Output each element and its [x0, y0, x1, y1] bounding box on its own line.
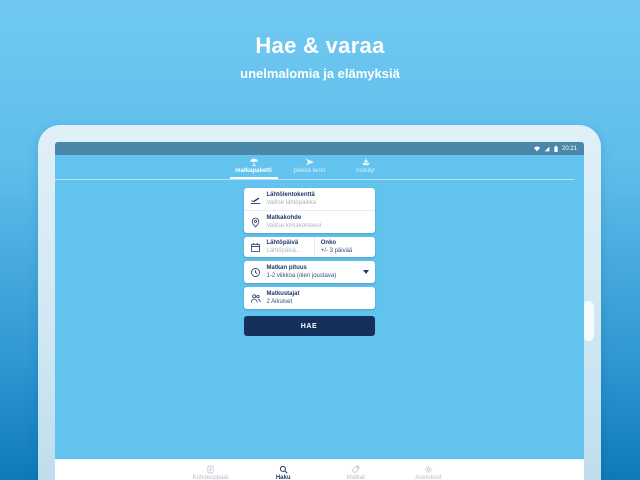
- departure-airport-field[interactable]: Lähtölentokenttä Valitse lähtöpaikka: [243, 188, 375, 211]
- tablet-camera-pill: [583, 301, 594, 341]
- field-value: 2 Aikuiset: [266, 298, 293, 305]
- travelers-icon: [250, 293, 261, 304]
- tab-label: risteilyt: [356, 168, 375, 174]
- chevron-down-icon: [362, 270, 369, 275]
- tab-risteilyt[interactable]: risteilyt: [342, 157, 390, 179]
- guide-icon: [206, 465, 215, 474]
- tablet-device-frame: 20:21 matkapaketti pelkkä lento risteily…: [38, 125, 601, 480]
- destination-field[interactable]: Matkakohde Valitse lomakohteesi: [244, 211, 375, 233]
- page-title: Hae & varaa: [255, 33, 385, 58]
- search-icon: [279, 465, 288, 474]
- field-placeholder: Valitse lähtöpaikka: [266, 199, 317, 206]
- field-label: Matkakohde: [266, 214, 302, 221]
- nav-item-label: Asetukset: [415, 474, 442, 480]
- nav-item-matkat[interactable]: Matkat: [326, 465, 386, 480]
- date-card: Lähtöpäivä Lähtöpäivä... Onko +/- 3 päiv…: [243, 237, 375, 258]
- wifi-icon: [533, 146, 540, 152]
- page-subtitle: unelmalomia ja elämyksiä: [240, 66, 400, 81]
- battery-icon: [554, 145, 558, 153]
- field-value: 1-2 viikkoa (olen joustava): [266, 272, 337, 279]
- hero-banner: Hae & varaa unelmalomia ja elämyksiä: [0, 33, 640, 81]
- tag-icon: [351, 465, 360, 474]
- field-label: Lähtölentokenttä: [266, 191, 315, 198]
- field-label: Matkustajat: [266, 291, 300, 298]
- field-placeholder: Lähtöpäivä...: [266, 247, 301, 254]
- date-flex-field[interactable]: Onko +/- 3 päivää: [313, 237, 375, 258]
- status-time: 20:21: [561, 145, 577, 152]
- page-background: Hae & varaa unelmalomia ja elämyksiä 20:…: [0, 0, 640, 480]
- tablet-screen: 20:21 matkapaketti pelkkä lento risteily…: [55, 142, 584, 480]
- nav-item-label: Matkat: [346, 474, 365, 480]
- gear-icon: [424, 465, 433, 474]
- plane-icon: [305, 157, 315, 167]
- nav-item-haku[interactable]: Haku: [253, 465, 313, 480]
- search-form: Lähtölentokenttä Valitse lähtöpaikka Mat…: [243, 188, 375, 337]
- tab-label: matkapaketti: [235, 168, 272, 174]
- package-holiday-icon: [249, 157, 259, 167]
- field-placeholder: Valitse lomakohteesi: [266, 222, 322, 229]
- nav-item-kohdeoppaat[interactable]: Kohdeoppaat: [181, 465, 241, 480]
- duration-card: Matkan pituus 1-2 viikkoa (olen joustava…: [243, 261, 375, 284]
- status-bar: 20:21: [55, 142, 584, 155]
- nav-item-label: Kohdeoppaat: [192, 474, 229, 480]
- app-body: Lähtölentokenttä Valitse lähtöpaikka Mat…: [55, 180, 584, 480]
- signal-icon: [544, 146, 550, 152]
- calendar-icon: [250, 242, 261, 253]
- travelers-card: Matkustajat 2 Aikuiset: [243, 287, 375, 310]
- search-type-tabbar: matkapaketti pelkkä lento risteilyt: [55, 155, 574, 180]
- field-label: Lähtöpäivä: [266, 240, 299, 246]
- trip-duration-field[interactable]: Matkan pituus 1-2 viikkoa (olen joustava…: [244, 261, 375, 283]
- plane-departure-icon: [250, 194, 261, 205]
- bottom-navigation-items: Kohdeoppaat Haku Matkat Asetukset: [181, 465, 459, 480]
- field-value: +/- 3 päivää: [320, 247, 353, 254]
- tab-matkapaketti[interactable]: matkapaketti: [229, 157, 278, 179]
- nav-item-asetukset[interactable]: Asetukset: [398, 465, 458, 480]
- tab-pelkka-lento[interactable]: pelkkä lento: [286, 157, 334, 179]
- field-label: Onko: [320, 240, 337, 246]
- departure-date-field[interactable]: Lähtöpäivä Lähtöpäivä...: [244, 237, 314, 257]
- location-pin-icon: [250, 217, 261, 228]
- search-submit-button[interactable]: HAE: [243, 316, 375, 337]
- tab-label: pelkkä lento: [293, 168, 326, 174]
- origin-destination-card: Lähtölentokenttä Valitse lähtöpaikka Mat…: [243, 188, 375, 233]
- field-label: Matkan pituus: [266, 265, 307, 272]
- bottom-navigation-bar: Kohdeoppaat Haku Matkat Asetukset: [55, 459, 584, 480]
- travelers-field[interactable]: Matkustajat 2 Aikuiset: [244, 287, 375, 309]
- nav-item-label: Haku: [275, 474, 291, 480]
- cruise-ship-icon: [361, 157, 371, 167]
- clock-icon: [250, 267, 261, 278]
